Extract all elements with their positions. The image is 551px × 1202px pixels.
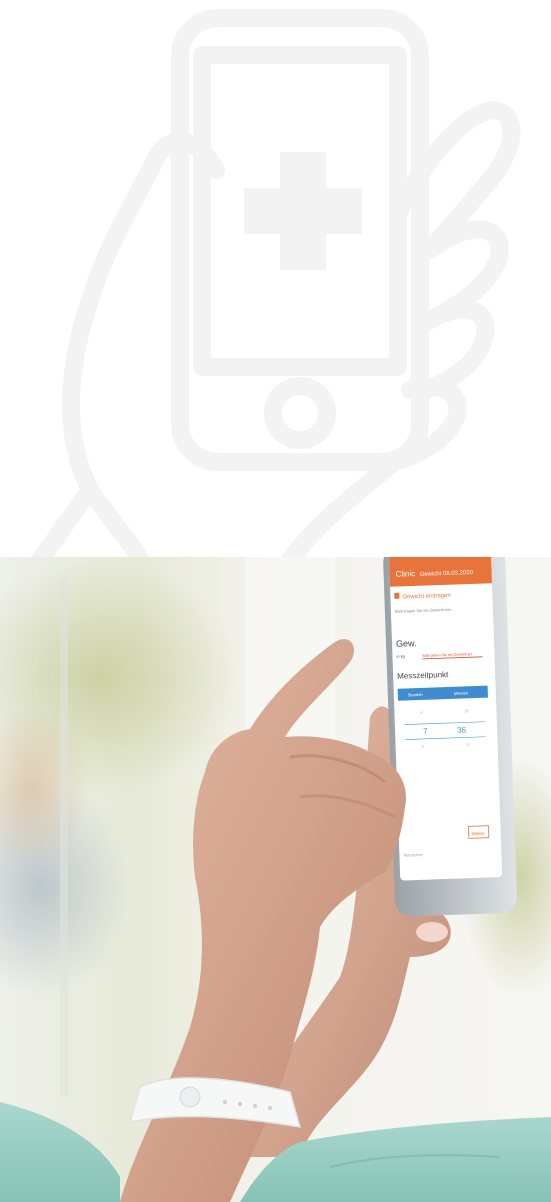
phone-unit-label: in kg — [396, 654, 405, 659]
hero-image-panel: Clinic Gewicht 08.03.2020 Gewicht eintra… — [0, 0, 551, 1202]
phone-col-minute: Minuten — [454, 690, 468, 695]
phone-save-button[interactable]: Weiter — [472, 831, 486, 836]
patient-using-smartphone-photo: Clinic Gewicht 08.03.2020 Gewicht eintra… — [0, 557, 551, 1202]
phone-time-label: Messzeitpunkt — [397, 670, 449, 681]
phone-col-hour: Stunden — [408, 692, 423, 698]
phone-cancel-button[interactable]: Abbrechen — [403, 852, 423, 858]
phone-picker-minute[interactable]: 36 — [457, 725, 467, 734]
phone-field-label: Gew. — [396, 638, 417, 649]
hand-phone-medical-icon — [31, 9, 521, 560]
phone-header-left: Clinic — [395, 569, 415, 579]
